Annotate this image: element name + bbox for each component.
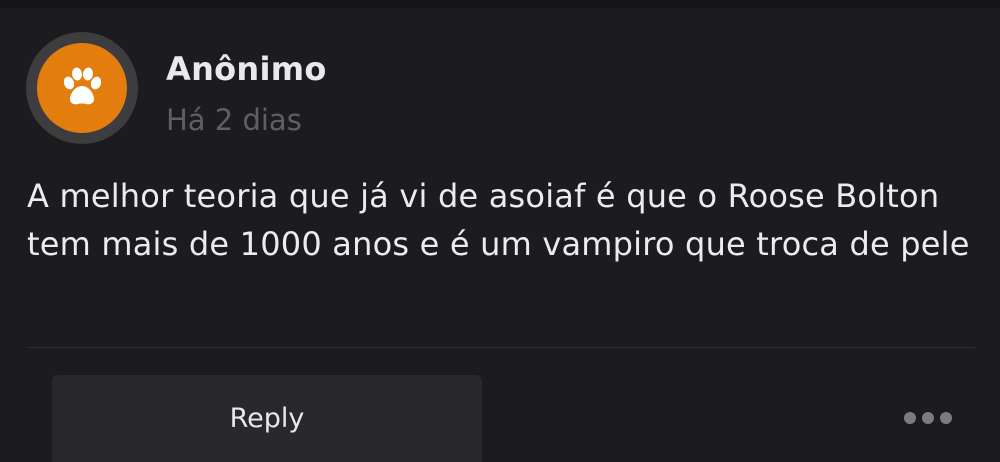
post-timestamp: Há 2 dias — [166, 103, 302, 137]
more-dot — [922, 412, 934, 424]
post-body: A melhor teoria que já vi de asoiaf é qu… — [27, 177, 970, 263]
more-options-icon[interactable] — [904, 408, 952, 428]
avatar[interactable] — [37, 43, 127, 133]
more-dot — [940, 412, 952, 424]
top-divider-strip — [0, 0, 1000, 8]
reply-button[interactable]: Reply — [52, 375, 482, 462]
paw-icon — [63, 67, 102, 105]
divider — [27, 347, 975, 348]
more-dot — [904, 412, 916, 424]
author-name: Anônimo — [166, 50, 327, 88]
